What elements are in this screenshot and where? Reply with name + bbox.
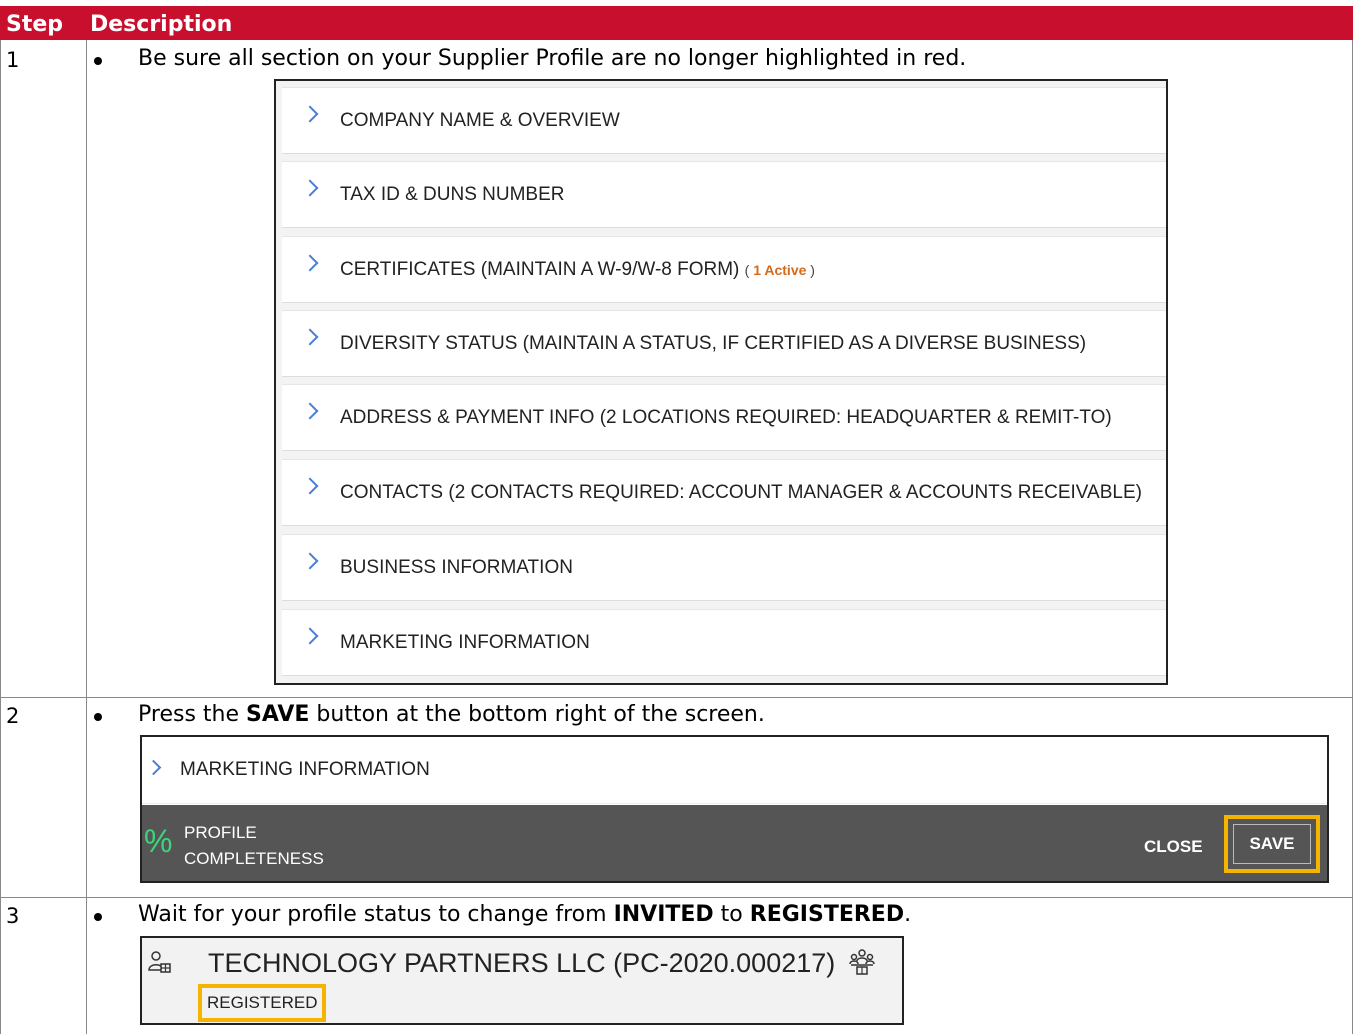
supplier-icon	[148, 951, 171, 973]
instructions-table: Step Description 1 Be sure all section o…	[0, 0, 1353, 1034]
section-business-info[interactable]: BUSINESS INFORMATION	[282, 534, 1166, 601]
active-count-badge: 1 Active	[753, 262, 807, 278]
chevron-right-icon	[301, 477, 319, 495]
row-divider-2	[0, 897, 1353, 898]
section-label: DIVERSITY STATUS (MAINTAIN A STATUS, IF …	[340, 333, 1087, 354]
section-label: MARKETING INFORMATION	[340, 632, 590, 653]
close-button[interactable]: CLOSE	[1144, 837, 1203, 857]
instr-text: .	[904, 902, 912, 927]
section-label: COMPANY NAME & OVERVIEW	[340, 110, 620, 131]
section-label: MARKETING INFORMATION	[180, 759, 430, 780]
step-1-instruction: Be sure all section on your Supplier Pro…	[138, 46, 967, 71]
section-diversity-status[interactable]: DIVERSITY STATUS (MAINTAIN A STATUS, IF …	[282, 310, 1166, 377]
chevron-right-icon	[301, 179, 319, 197]
chevron-right-icon	[301, 105, 319, 123]
status-badge: REGISTERED	[207, 993, 318, 1012]
instr-text: button at the bottom right of the screen…	[309, 702, 765, 727]
header-description: Description	[90, 12, 233, 37]
section-marketing-info[interactable]: MARKETING INFORMATION	[142, 737, 1327, 804]
step-number-1: 1	[6, 48, 20, 72]
bullet-2	[94, 713, 102, 721]
chevron-right-icon	[301, 627, 319, 645]
chevron-right-icon	[301, 328, 319, 346]
badge-open: (	[744, 262, 754, 278]
save-button[interactable]: SAVE	[1233, 824, 1311, 864]
section-label: BUSINESS INFORMATION	[340, 557, 573, 578]
company-name: TECHNOLOGY PARTNERS LLC (PC-2020.000217)	[208, 948, 836, 978]
instr-bold: INVITED	[613, 902, 714, 927]
step-number-3: 3	[6, 904, 20, 928]
instr-text: Press the	[138, 702, 246, 727]
section-marketing-info[interactable]: MARKETING INFORMATION	[282, 609, 1166, 676]
table-header: Step Description	[0, 6, 1353, 40]
save-screenshot: MARKETING INFORMATION % PROFILE COMPLETE…	[140, 735, 1329, 883]
section-label-text: CERTIFICATES (MAINTAIN A W-9/W-8 FORM)	[340, 259, 740, 280]
instr-text: to	[713, 902, 750, 927]
instr-bold: REGISTERED	[749, 902, 905, 927]
chevron-right-icon	[301, 254, 319, 272]
section-tax-id[interactable]: TAX ID & DUNS NUMBER	[282, 161, 1166, 228]
badge-close: )	[806, 262, 815, 278]
bullet-1	[94, 57, 102, 65]
row-divider-1	[0, 697, 1353, 698]
status-highlight: REGISTERED	[198, 984, 326, 1022]
completeness-label-1: PROFILE	[184, 823, 257, 842]
step-number-2: 2	[6, 704, 20, 728]
section-address-payment[interactable]: ADDRESS & PAYMENT INFO (2 LOCATIONS REQU…	[282, 384, 1166, 451]
section-certificates[interactable]: CERTIFICATES (MAINTAIN A W-9/W-8 FORM) (…	[282, 236, 1166, 303]
table-border-left	[0, 40, 1, 1034]
profile-sections-screenshot: COMPANY NAME & OVERVIEW TAX ID & DUNS NU…	[274, 79, 1168, 685]
percent-icon: %	[144, 823, 173, 859]
instr-text: Wait for your profile status to change f…	[138, 902, 614, 927]
completeness-label-2: COMPLETENESS	[184, 849, 324, 868]
section-label: CERTIFICATES (MAINTAIN A W-9/W-8 FORM) (…	[340, 259, 815, 281]
action-bar: % PROFILE COMPLETENESS CLOSE SAVE	[142, 805, 1327, 881]
section-label: ADDRESS & PAYMENT INFO (2 LOCATIONS REQU…	[340, 407, 1112, 428]
group-icon[interactable]	[848, 948, 876, 976]
section-contacts[interactable]: CONTACTS (2 CONTACTS REQUIRED: ACCOUNT M…	[282, 459, 1166, 526]
header-step: Step	[6, 12, 64, 37]
step-2-instruction: Press the SAVE button at the bottom righ…	[138, 702, 765, 727]
instr-bold: SAVE	[246, 702, 310, 727]
chevron-right-icon	[145, 759, 162, 776]
column-divider	[86, 40, 87, 1034]
save-highlight: SAVE	[1224, 815, 1320, 873]
section-company-name[interactable]: COMPANY NAME & OVERVIEW	[282, 87, 1166, 154]
step-3-instruction: Wait for your profile status to change f…	[138, 902, 911, 927]
status-screenshot: TECHNOLOGY PARTNERS LLC (PC-2020.000217)…	[140, 936, 904, 1025]
chevron-right-icon	[301, 402, 319, 420]
chevron-right-icon	[301, 552, 319, 570]
section-label: CONTACTS (2 CONTACTS REQUIRED: ACCOUNT M…	[340, 482, 1142, 503]
section-label: TAX ID & DUNS NUMBER	[340, 184, 565, 205]
bullet-3	[94, 913, 102, 921]
